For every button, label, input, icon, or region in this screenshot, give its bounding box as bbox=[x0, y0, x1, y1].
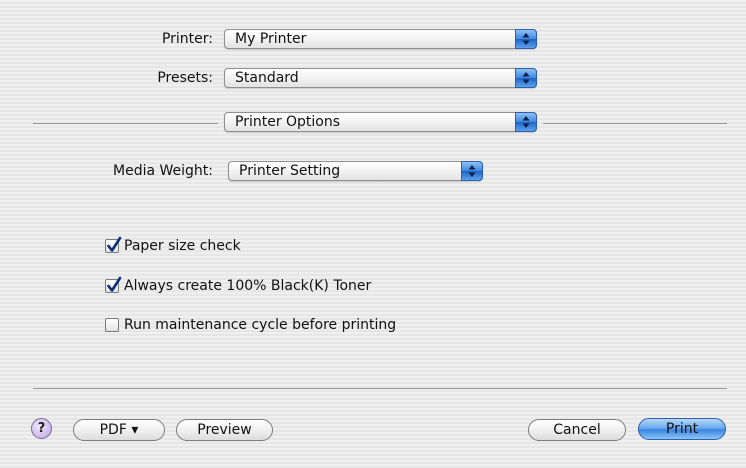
panel-popup[interactable]: Printer Options bbox=[224, 112, 537, 132]
printer-value: My Printer bbox=[235, 31, 307, 47]
checkmark-icon bbox=[107, 276, 122, 292]
printer-popup[interactable]: My Printer bbox=[224, 29, 537, 49]
bottom-separator bbox=[33, 388, 727, 389]
black-toner-checkbox[interactable] bbox=[105, 276, 122, 293]
presets-label: Presets: bbox=[157, 70, 213, 86]
paper-size-check-label[interactable]: Paper size check bbox=[124, 237, 241, 255]
maintenance-cycle-label[interactable]: Run maintenance cycle before printing bbox=[124, 316, 396, 334]
black-toner-label[interactable]: Always create 100% Black(K) Toner bbox=[124, 277, 371, 295]
separator-left bbox=[33, 123, 218, 124]
cancel-button[interactable]: Cancel bbox=[528, 419, 626, 441]
paper-size-check-checkbox[interactable] bbox=[105, 236, 122, 253]
panel-value: Printer Options bbox=[235, 114, 341, 130]
popup-arrows-icon bbox=[515, 68, 537, 88]
help-button[interactable]: ? bbox=[31, 418, 52, 439]
checkmark-icon bbox=[107, 236, 122, 252]
maintenance-cycle-checkbox[interactable] bbox=[105, 318, 119, 332]
presets-popup[interactable]: Standard bbox=[224, 68, 537, 88]
popup-arrows-icon bbox=[515, 29, 537, 49]
separator-right bbox=[543, 123, 727, 124]
media-weight-popup[interactable]: Printer Setting bbox=[228, 161, 483, 181]
popup-arrows-icon bbox=[461, 161, 483, 181]
media-weight-label: Media Weight: bbox=[113, 163, 213, 179]
print-button[interactable]: Print bbox=[638, 418, 726, 440]
preview-button[interactable]: Preview bbox=[176, 419, 273, 441]
printer-label: Printer: bbox=[161, 31, 213, 47]
media-weight-value: Printer Setting bbox=[239, 163, 341, 179]
popup-arrows-icon bbox=[515, 112, 537, 132]
presets-value: Standard bbox=[235, 70, 299, 86]
pdf-button[interactable]: PDF ▾ bbox=[73, 419, 165, 441]
